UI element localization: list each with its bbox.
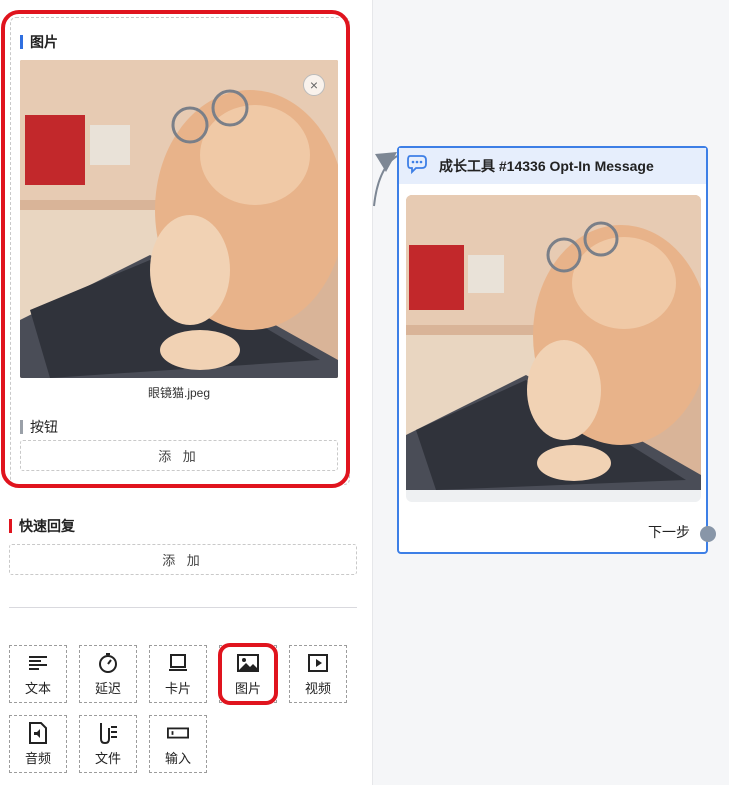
tool-file-button[interactable]: 文件 bbox=[79, 715, 137, 773]
chat-bubbles-icon bbox=[407, 153, 431, 180]
section-marker bbox=[9, 519, 12, 533]
tool-text-button[interactable]: 文本 bbox=[9, 645, 67, 703]
divider bbox=[9, 607, 357, 608]
add-quick-reply-button[interactable]: 添 加 bbox=[9, 544, 357, 575]
tool-input-button[interactable]: 输入 bbox=[149, 715, 207, 773]
input-box-icon bbox=[167, 722, 189, 744]
audio-file-icon bbox=[27, 721, 49, 744]
file-icon bbox=[97, 722, 119, 744]
image-icon bbox=[237, 652, 259, 674]
tool-video-button[interactable]: 视频 bbox=[289, 645, 347, 703]
card-icon bbox=[167, 652, 189, 674]
stopwatch-icon bbox=[97, 652, 119, 674]
next-step-label: 下一步 bbox=[648, 524, 690, 540]
tool-audio-button[interactable]: 音频 bbox=[9, 715, 67, 773]
flow-node-card[interactable]: 成长工具 #14336 Opt-In Message 下一步 bbox=[397, 146, 708, 554]
tool-delay-button[interactable]: 延迟 bbox=[79, 645, 137, 703]
tool-image-button[interactable]: 图片 bbox=[219, 645, 277, 703]
text-lines-icon bbox=[27, 652, 49, 674]
connector-arrow-icon bbox=[373, 152, 398, 207]
node-header: 成长工具 #14336 Opt-In Message bbox=[399, 148, 706, 184]
node-title: 成长工具 #14336 Opt-In Message bbox=[439, 158, 654, 174]
node-output-port[interactable] bbox=[700, 526, 716, 542]
left-editor-panel: 图片 × 眼镜猫.jpeg 按钮 添 加 快速回复 添 加 文本 延迟 卡片 图… bbox=[0, 0, 372, 785]
video-icon bbox=[307, 652, 329, 674]
cat-photo bbox=[406, 195, 701, 490]
quick-reply-title: 快速回复 bbox=[9, 516, 75, 536]
tool-card-button[interactable]: 卡片 bbox=[149, 645, 207, 703]
node-image-preview bbox=[406, 195, 701, 502]
selection-highlight bbox=[1, 10, 350, 488]
